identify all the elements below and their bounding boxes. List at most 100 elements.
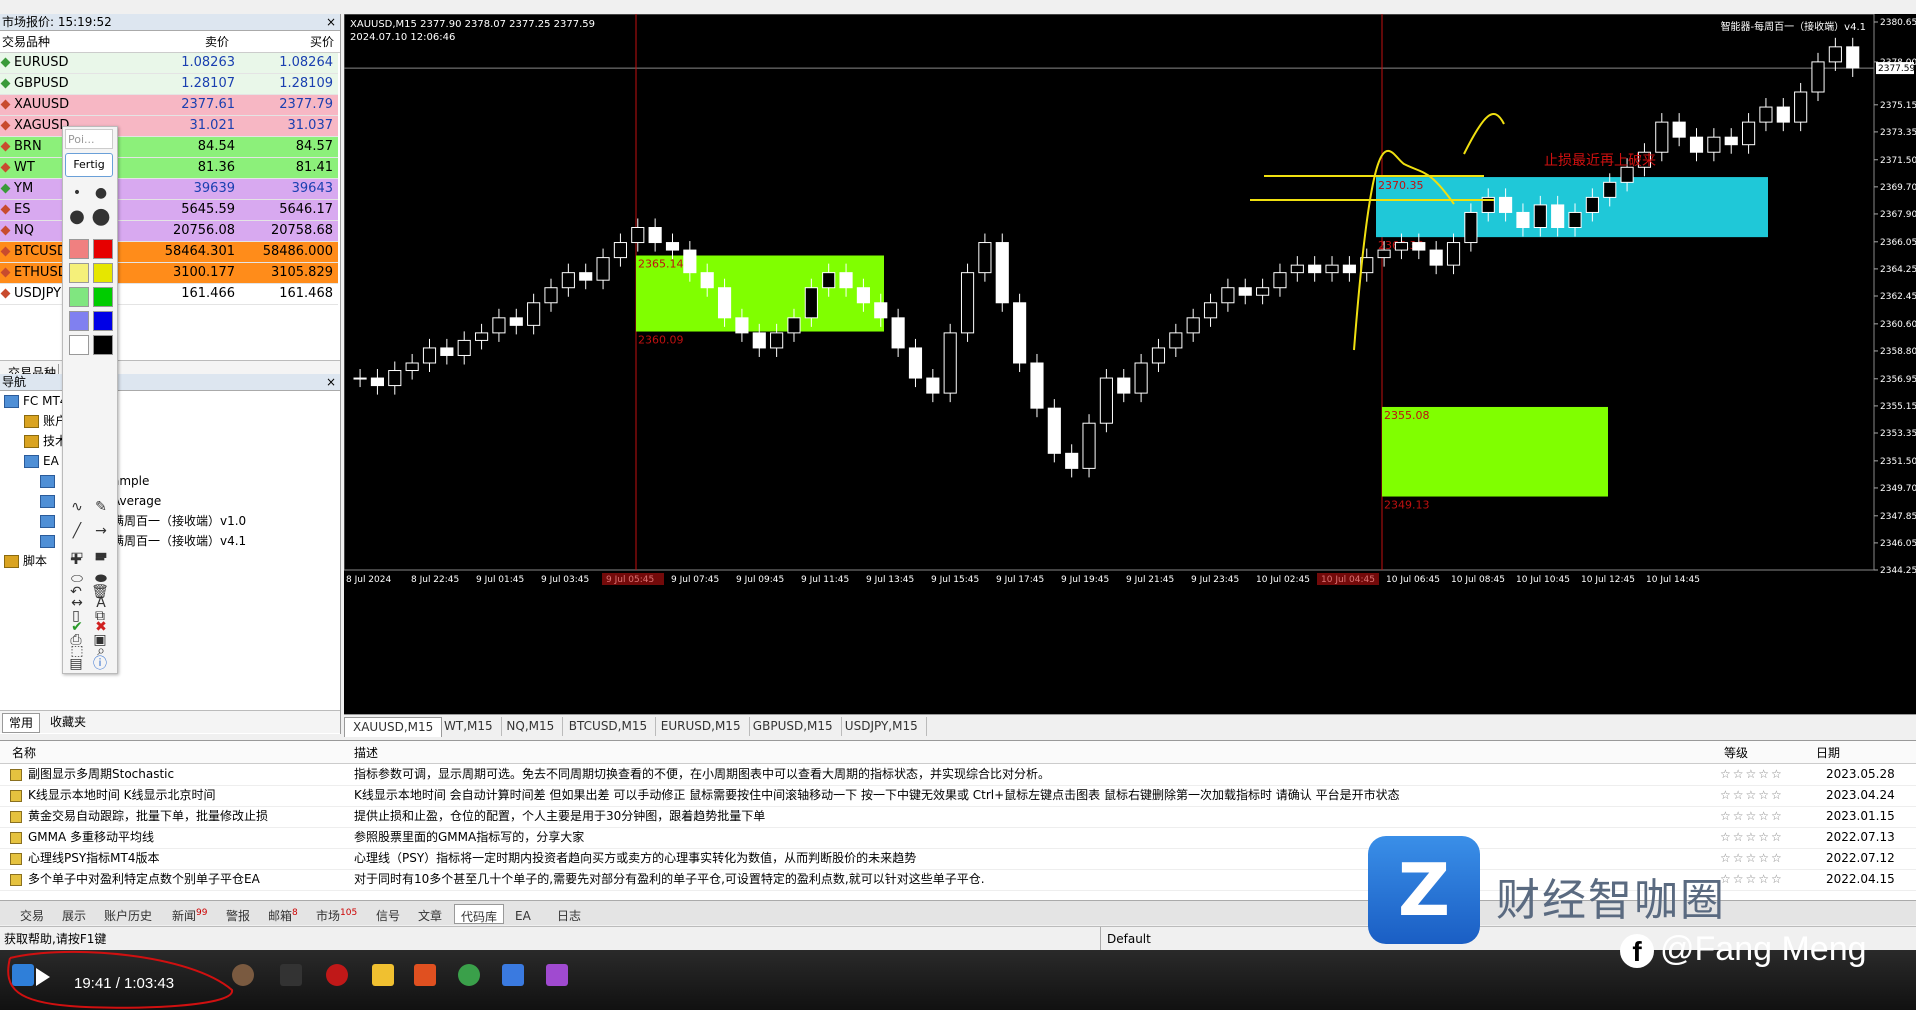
terminal-tab[interactable]: 日志 [551, 904, 587, 923]
color-swatch[interactable] [93, 239, 113, 259]
new-page-icon[interactable]: ▯ [66, 606, 86, 626]
col-symbol[interactable]: 交易品种 [2, 32, 50, 52]
terminal-tab[interactable]: 展示 [56, 904, 92, 923]
chart-tab[interactable]: XAUUSD,M15 [344, 717, 443, 737]
symbol-row[interactable]: ETHUSD 3100.177 3105.829 [0, 263, 338, 284]
terminal-tab[interactable]: 警报 [220, 904, 256, 923]
chart-tab[interactable]: BTCUSD,M15 [561, 717, 657, 736]
symbol-row[interactable]: USDJPY 161.466 161.468 [0, 284, 338, 305]
folder-icon[interactable] [372, 964, 394, 986]
terminal-tab[interactable]: 市场105 [310, 904, 363, 923]
col-name[interactable]: 名称 [12, 744, 36, 761]
price-chart[interactable]: XAUUSD,M15 2377.90 2378.07 2377.25 2377.… [344, 14, 1916, 714]
dot-small-icon[interactable]: • [67, 183, 87, 203]
close-icon[interactable]: × [326, 14, 336, 31]
color-swatch[interactable] [69, 239, 89, 259]
terminal-tab[interactable]: 文章 [412, 904, 448, 923]
color-swatch[interactable] [93, 335, 113, 355]
color-swatch[interactable] [69, 287, 89, 307]
rating-stars[interactable]: ☆☆☆☆☆ [1720, 764, 1784, 785]
symbol-row[interactable]: YM 39639 39643 [0, 179, 338, 200]
col-bid[interactable]: 卖价 [205, 32, 229, 52]
chart-tab[interactable]: WT,M15 [436, 717, 502, 736]
tree-ea[interactable]: EA [24, 452, 59, 470]
dot-medium-icon[interactable]: ● [91, 183, 111, 203]
terminal-tab[interactable]: EA [509, 904, 537, 923]
tree-scripts[interactable]: 脚本 [4, 552, 47, 570]
symbol-row[interactable]: XAUUSD 2377.61 2377.79 [0, 95, 338, 116]
screenshot-icon[interactable]: ▤ [66, 654, 86, 674]
col-date[interactable]: 日期 [1816, 744, 1840, 761]
tree-root[interactable]: FC MT4 [4, 392, 67, 410]
terminal-tab[interactable]: 账户历史 [98, 904, 158, 923]
print-icon[interactable]: ⎙ [66, 630, 86, 650]
codebase-row[interactable]: K线显示本地时间 K线显示北京时间 K线显示本地时间 会自动计算时间差 但如果出… [0, 785, 1916, 807]
app-icon[interactable] [502, 964, 524, 986]
info-icon[interactable]: ⓘ [90, 654, 110, 674]
symbol-row[interactable]: BRN 84.54 84.57 [0, 137, 338, 158]
terminal-tab[interactable]: 代码库 [454, 904, 505, 924]
tree-indicators[interactable]: 技术 [24, 432, 67, 450]
candle-body [787, 317, 801, 334]
tab-common[interactable]: 常用 [2, 713, 41, 733]
app-icon[interactable] [280, 964, 302, 986]
price-label: 2375.15 [1880, 101, 1916, 111]
color-swatch[interactable] [69, 335, 89, 355]
color-swatch[interactable] [69, 263, 89, 283]
color-swatch[interactable] [69, 311, 89, 331]
direction-icon [0, 183, 11, 194]
rating-stars[interactable]: ☆☆☆☆☆ [1720, 806, 1784, 827]
undo-icon[interactable]: ↶ [66, 582, 86, 602]
symbol-row[interactable]: ES 5645.59 5646.17 [0, 200, 338, 221]
tree-accounts[interactable]: 账户 [24, 412, 67, 430]
codebase-row[interactable]: 黄金交易自动跟踪，批量下单，批量修改止损 提供止损和止盈，仓位的配置，个人主要是… [0, 806, 1916, 828]
symbol-row[interactable]: EURUSD 1.08263 1.08264 [0, 53, 338, 74]
color-swatch[interactable] [93, 311, 113, 331]
symbol-row[interactable]: WT 81.36 81.41 [0, 158, 338, 179]
app-icon[interactable] [546, 964, 568, 986]
tree-ea-v10[interactable]: 满周百一（接收端）v1.0 [112, 512, 246, 530]
copy-icon[interactable]: ⧉ [90, 606, 110, 626]
symbol-row[interactable]: NQ 20756.08 20758.68 [0, 221, 338, 242]
record-icon[interactable] [326, 964, 348, 986]
mt4-icon[interactable] [414, 964, 436, 986]
tree-ea-v41[interactable]: 满周百一（接收端）v4.1 [112, 532, 246, 550]
terminal-tab[interactable]: 新闻99 [166, 904, 213, 923]
tree-ea-average[interactable]: Average [112, 492, 161, 510]
chart-tab[interactable]: NQ,M15 [498, 717, 564, 736]
terminal-tab[interactable]: 交易 [14, 904, 50, 923]
col-rating[interactable]: 等级 [1724, 744, 1748, 761]
color-swatch[interactable] [93, 287, 113, 307]
chrome-icon[interactable] [458, 964, 480, 986]
chart-tab[interactable]: EURUSD,M15 [653, 717, 750, 736]
palette-search-input[interactable]: Poi... [65, 129, 113, 149]
chart-tab[interactable]: GBPUSD,M15 [745, 717, 842, 736]
tab-favorites[interactable]: 收藏夹 [44, 713, 92, 731]
color-swatch[interactable] [93, 263, 113, 283]
pencil-icon[interactable]: ✎ [91, 497, 111, 517]
terminal-tab[interactable]: 信号 [370, 904, 406, 923]
col-ask[interactable]: 买价 [310, 32, 334, 52]
minus-icon[interactable]: ━ [90, 550, 110, 570]
terminal-tab[interactable]: 邮箱8 [262, 904, 304, 923]
symbol-row[interactable]: BTCUSD 58464.301 58486.000 [0, 242, 338, 263]
symbol-row[interactable]: XAGUSD 31.021 31.037 [0, 116, 338, 137]
symbol-name: GBPUSD [14, 76, 69, 91]
save-icon[interactable]: ▣ [90, 630, 110, 650]
arrow-icon[interactable]: → [91, 521, 111, 541]
watermark-logo: Z [1368, 836, 1480, 944]
close-icon[interactable]: × [326, 374, 336, 391]
rating-stars[interactable]: ☆☆☆☆☆ [1720, 785, 1784, 806]
dot-large-icon[interactable]: ● [67, 207, 87, 227]
symbol-row[interactable]: GBPUSD 1.28107 1.28109 [0, 74, 338, 95]
plus-icon[interactable]: ✚ [66, 550, 86, 570]
line-icon[interactable]: ╱ [67, 521, 87, 541]
chart-tab[interactable]: USDJPY,M15 [837, 717, 927, 736]
fertig-button[interactable]: Fertig [65, 153, 113, 177]
col-description[interactable]: 描述 [354, 744, 378, 761]
dot-xlarge-icon[interactable]: ● [91, 206, 111, 228]
price-label: 2351.50 [1880, 457, 1916, 467]
trash-icon[interactable]: 🗑 [90, 582, 110, 602]
codebase-row[interactable]: 副图显示多周期Stochastic 指标参数可调，显示周期可选。免去不同周期切换… [0, 764, 1916, 786]
freehand-icon[interactable]: ∿ [67, 497, 87, 517]
